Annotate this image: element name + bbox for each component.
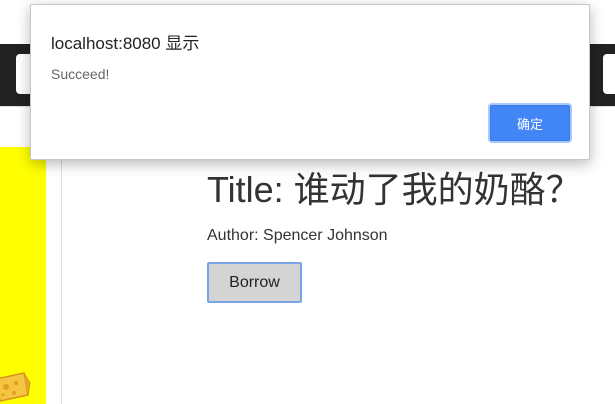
cheese-icon <box>0 372 31 402</box>
book-author: Author: Spencer Johnson <box>207 227 388 244</box>
dialog-title: localhost:8080 显示 <box>51 34 200 53</box>
dialog-message: Succeed! <box>51 66 110 82</box>
book-title: Title: 谁动了我的奶酪？ <box>207 169 582 210</box>
ok-button[interactable]: 确定 <box>490 105 570 141</box>
navbar-field-right[interactable] <box>603 54 615 94</box>
book-details: Title: 谁动了我的奶酪？ Author: Spencer Johnson … <box>207 168 582 303</box>
app-window: Title: 谁动了我的奶酪？ Author: Spencer Johnson … <box>0 0 615 404</box>
borrow-button[interactable]: Borrow <box>207 262 302 303</box>
book-cover-image <box>0 147 46 404</box>
alert-dialog: localhost:8080 显示 Succeed! 确定 <box>30 4 590 160</box>
